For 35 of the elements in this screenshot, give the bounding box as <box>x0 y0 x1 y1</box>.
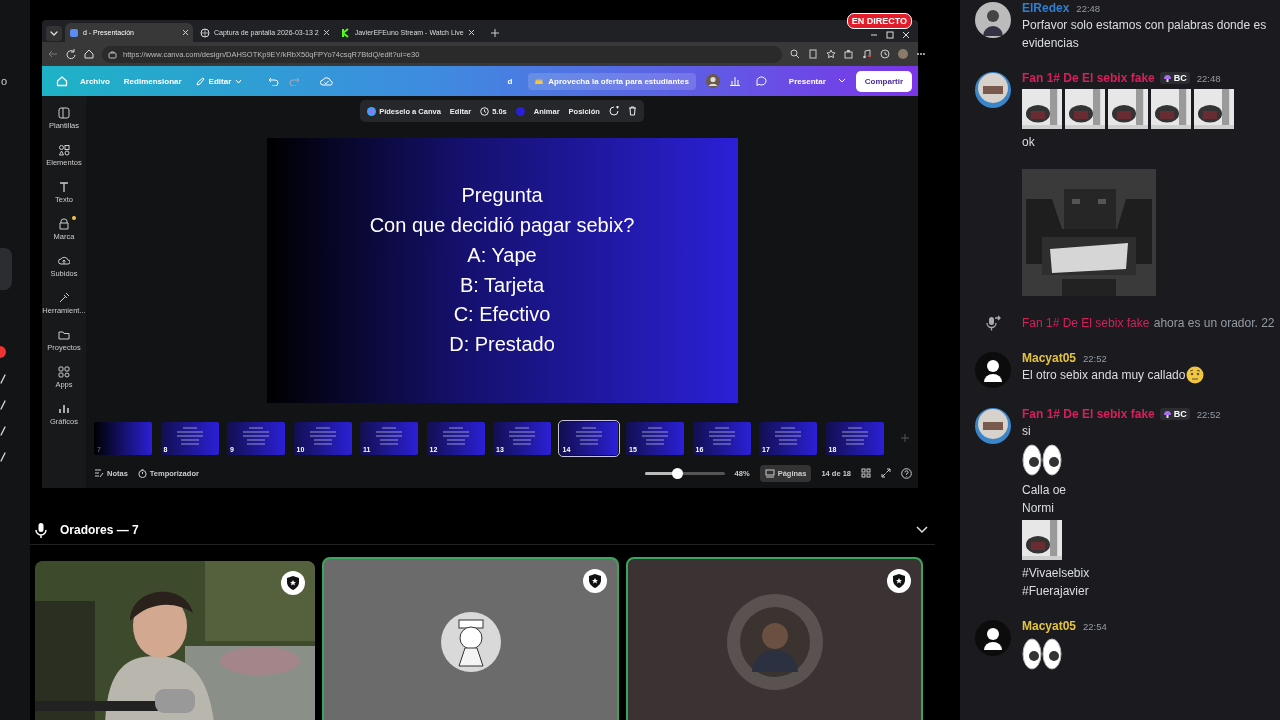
username: Fan 1# De El sebix fake <box>1022 71 1155 85</box>
live-badge: EN DIRECTO <box>846 13 912 29</box>
timestamp: 22:54 <box>1083 620 1107 632</box>
sidebar-text: o <box>1 74 8 88</box>
message-text: Porfavor solo estamos con palabras donde es <box>1022 17 1267 34</box>
message-text: Normi <box>1022 500 1054 517</box>
system-message: Fan 1# De El sebix fake ahora es un orador. 22 <box>1022 315 1276 332</box>
username: Macyat05 <box>1022 619 1077 633</box>
slide-text: B: Tarjeta <box>459 272 545 298</box>
slide-text: D: Prestado <box>449 331 555 357</box>
timestamp: 22:48 <box>1076 2 1101 14</box>
username: Macyat05 <box>1022 351 1077 365</box>
slide-text: Con que decidió pagar sebix? <box>369 213 635 239</box>
promo-button[interactable]: Aprovecha la oferta para estudiantes <box>528 72 696 90</box>
share-button[interactable]: Compartir <box>855 70 912 92</box>
timestamp: 22:52 <box>1083 352 1107 364</box>
timestamp: 22:52 <box>1196 408 1221 420</box>
timestamp: 22:48 <box>1196 72 1221 84</box>
message-text: El otro sebix anda muy callado <box>1022 366 1205 384</box>
section-title: Oradores — 7 <box>60 523 140 537</box>
username: ElRedex <box>1022 1 1070 15</box>
message-text: ok <box>1022 134 1035 151</box>
slide-text: Pregunta <box>461 183 543 209</box>
role-badge: BC <box>1159 408 1190 420</box>
present-button[interactable]: Presentar <box>786 76 828 86</box>
message-text: evidencias <box>1022 35 1079 52</box>
role-badge: BC <box>1159 72 1190 84</box>
document-title: d <box>507 76 513 86</box>
message-text: #Fuerajavier <box>1022 583 1089 600</box>
message-text: si <box>1022 423 1031 440</box>
username: Fan 1# De El sebix fake <box>1022 407 1155 421</box>
slide-text: C: Efectivo <box>453 302 551 328</box>
message-text: #Vivaelsebix <box>1022 565 1090 582</box>
slide-text: A: Yape <box>467 242 537 268</box>
message-text: Calla oe <box>1022 482 1067 499</box>
